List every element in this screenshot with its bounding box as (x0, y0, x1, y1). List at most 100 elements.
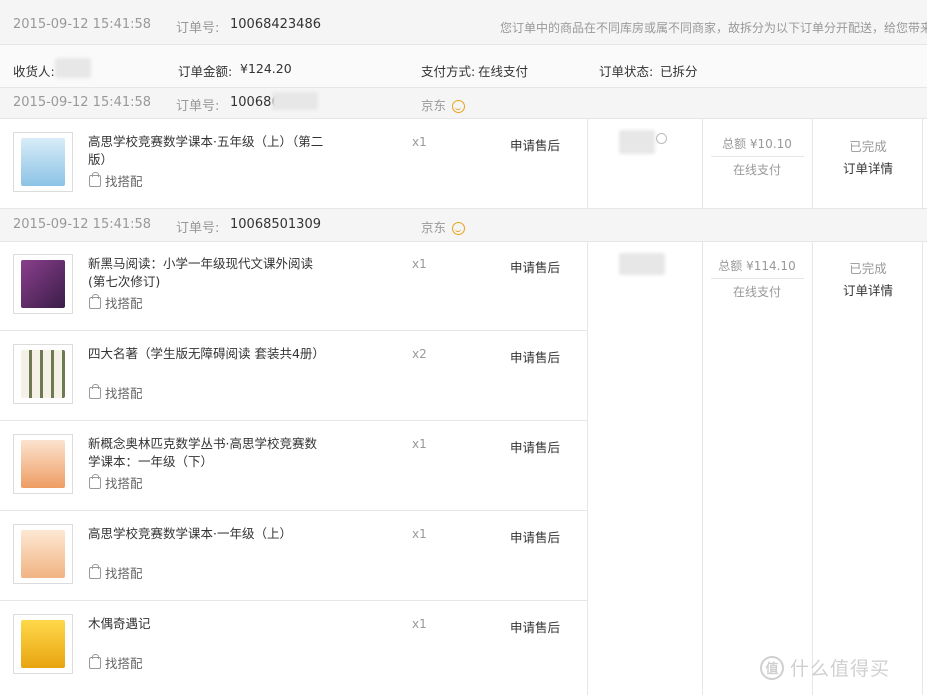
column-divider (702, 241, 703, 695)
order-status-value: 已拆分 (660, 64, 698, 79)
suborder-timestamp: 2015-09-12 15:41:58 (13, 95, 152, 110)
suborder-number-label: 订单号: (176, 221, 220, 236)
bag-icon (89, 293, 101, 309)
suborder-number[interactable]: 10068501309 (230, 217, 321, 232)
recipient-name-redacted (55, 58, 91, 78)
bag-icon (89, 563, 101, 579)
find-match-link[interactable]: 找搭配 (89, 293, 143, 312)
after-sale-link[interactable]: 申请售后 (510, 617, 560, 636)
product-name[interactable]: 新概念奥林匹克数学丛书·高思学校竞赛数学课本：一年级（下） (88, 435, 328, 471)
column-divider (812, 241, 813, 695)
suborder-number-label: 订单号: (176, 99, 220, 114)
product-name[interactable]: 高思学校竞赛数学课本·一年级（上） (88, 525, 328, 543)
product-thumbnail[interactable] (13, 254, 73, 314)
item-quantity: x2 (412, 347, 427, 361)
find-match-label: 找搭配 (105, 386, 143, 401)
find-match-label: 找搭配 (105, 656, 143, 671)
after-sale-link[interactable]: 申请售后 (510, 437, 560, 456)
after-sale-link[interactable]: 申请售后 (510, 135, 560, 154)
find-match-link[interactable]: 找搭配 (89, 653, 143, 672)
item-quantity: x1 (412, 617, 427, 631)
order-number-label: 订单号: (176, 21, 220, 36)
item-quantity: x1 (412, 437, 427, 451)
shop-label[interactable]: 京东 (421, 98, 446, 113)
recipient-label: 收货人: (13, 64, 55, 79)
order-number[interactable]: 10068423486 (230, 17, 321, 32)
column-divider (702, 118, 703, 208)
suborder-amount: 总额 ¥114.10 (718, 259, 796, 273)
order-status-label: 订单状态: (599, 64, 654, 79)
consignee-redacted (619, 253, 665, 275)
column-divider (922, 241, 923, 695)
after-sale-link[interactable]: 申请售后 (510, 257, 560, 276)
payment-method-label: 支付方式: (421, 64, 476, 79)
bag-icon (89, 171, 101, 187)
person-icon (656, 133, 667, 144)
amount-divider (711, 156, 804, 157)
column-divider (812, 118, 813, 208)
bag-icon (89, 383, 101, 399)
after-sale-link[interactable]: 申请售后 (510, 347, 560, 366)
shop-label[interactable]: 京东 (421, 220, 446, 235)
after-sale-link[interactable]: 申请售后 (510, 527, 560, 546)
book-cover-image (21, 138, 65, 186)
watermark-text: 什么值得买 (790, 658, 891, 680)
product-thumbnail[interactable] (13, 132, 73, 192)
order-total-label: 订单金额: (178, 64, 233, 79)
product-name[interactable]: 高思学校竞赛数学课本·五年级（上）（第二版） (88, 133, 328, 169)
order-total-value: ¥124.20 (240, 61, 292, 76)
item-divider (0, 330, 587, 331)
product-name[interactable]: 新黑马阅读：小学一年级现代文课外阅读(第七次修订) (88, 255, 328, 291)
product-name[interactable]: 木偶奇遇记 (88, 615, 328, 633)
suborder-amount: 总额 ¥10.10 (722, 137, 792, 151)
product-thumbnail[interactable] (13, 614, 73, 674)
product-thumbnail[interactable] (13, 524, 73, 584)
payment-method-value: 在线支付 (478, 64, 529, 79)
suborder-status: 已完成 (849, 261, 887, 276)
bag-icon (89, 653, 101, 669)
suborder-payment: 在线支付 (732, 285, 781, 299)
suborder-status: 已完成 (849, 139, 887, 154)
find-match-link[interactable]: 找搭配 (89, 473, 143, 492)
book-cover-image (21, 440, 65, 488)
watermark-icon: 值 (760, 655, 784, 680)
book-cover-image (21, 620, 65, 668)
chat-smiley-icon[interactable] (452, 100, 466, 113)
item-divider (0, 510, 587, 511)
bag-icon (89, 473, 101, 489)
find-match-link[interactable]: 找搭配 (89, 171, 143, 190)
book-cover-image (21, 260, 65, 308)
chat-smiley-icon[interactable] (452, 222, 466, 235)
find-match-label: 找搭配 (105, 296, 143, 311)
order-detail-link[interactable]: 订单详情 (813, 158, 923, 177)
item-divider (0, 600, 587, 601)
item-quantity: x1 (412, 257, 427, 271)
shop-name[interactable]: 京东 (421, 217, 466, 236)
amount-divider (711, 278, 804, 279)
product-thumbnail[interactable] (13, 344, 73, 404)
column-divider (587, 118, 588, 208)
find-match-label: 找搭配 (105, 174, 143, 189)
suborder-payment: 在线支付 (732, 163, 781, 177)
find-match-link[interactable]: 找搭配 (89, 563, 143, 582)
watermark-logo: 值 什么值得买 (760, 654, 890, 681)
split-notice: 您订单中的商品在不同库房或属不同商家，故拆分为以下订单分开配送，给您带来 (500, 21, 927, 35)
column-divider (922, 118, 923, 208)
shop-name[interactable]: 京东 (421, 95, 466, 114)
item-quantity: x1 (412, 527, 427, 541)
item-divider (0, 420, 587, 421)
find-match-label: 找搭配 (105, 566, 143, 581)
suborder-timestamp: 2015-09-12 15:41:58 (13, 217, 152, 232)
item-quantity: x1 (412, 135, 427, 149)
product-thumbnail[interactable] (13, 434, 73, 494)
order-timestamp: 2015-09-12 15:41:58 (13, 17, 152, 32)
book-cover-image (21, 530, 65, 578)
find-match-link[interactable]: 找搭配 (89, 383, 143, 402)
suborder-number-redacted (272, 92, 318, 110)
product-name[interactable]: 四大名著（学生版无障碍阅读 套装共4册） (88, 345, 348, 363)
consignee-redacted (619, 130, 655, 154)
find-match-label: 找搭配 (105, 476, 143, 491)
column-divider (587, 241, 588, 695)
order-detail-link[interactable]: 订单详情 (813, 280, 923, 299)
book-cover-image (21, 350, 65, 398)
